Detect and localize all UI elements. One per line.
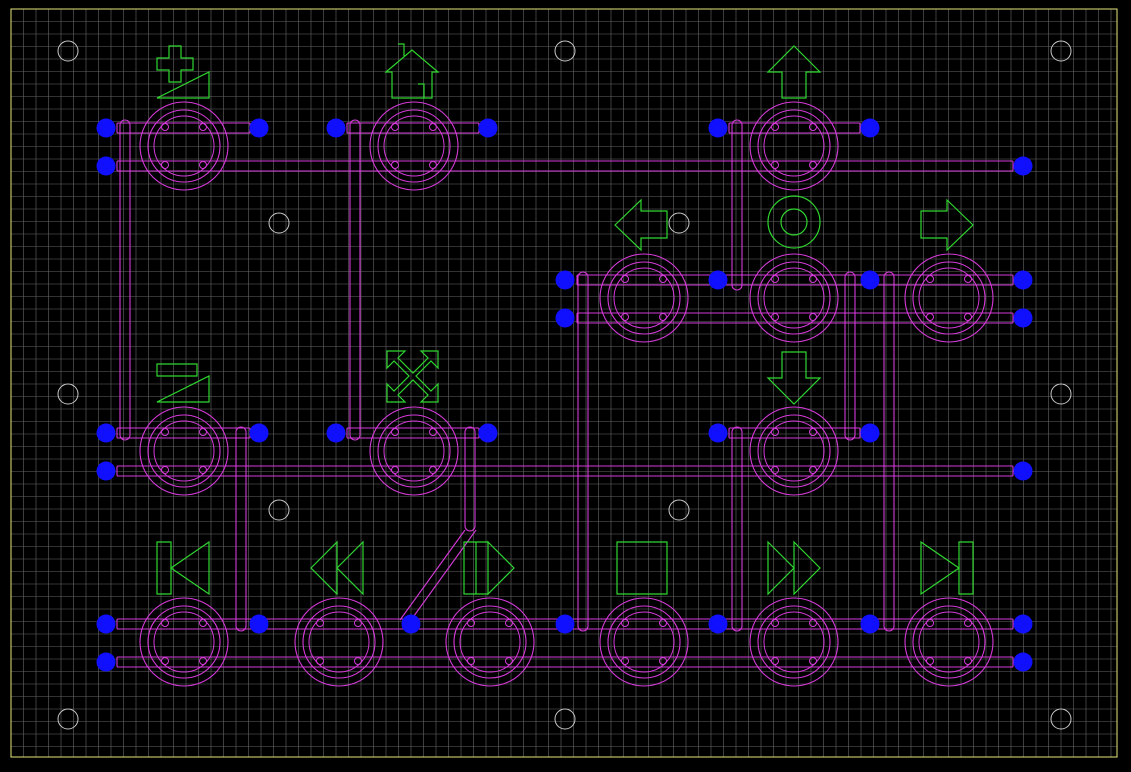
connector-pad: [555, 270, 575, 290]
connector-pad: [708, 614, 728, 634]
connector-pad: [1013, 308, 1033, 328]
connector-pad: [708, 423, 728, 443]
connector-pad: [1013, 652, 1033, 672]
connector-pad: [96, 118, 116, 138]
connector-pad: [96, 652, 116, 672]
connector-pad: [555, 308, 575, 328]
connector-pad: [1013, 461, 1033, 481]
connector-pad: [860, 270, 880, 290]
connector-pad: [326, 118, 346, 138]
connector-pad: [96, 423, 116, 443]
connector-pad: [478, 423, 498, 443]
connector-pad: [249, 118, 269, 138]
connector-pad: [249, 614, 269, 634]
connector-pad: [708, 270, 728, 290]
connector-pad: [249, 423, 269, 443]
connector-pad: [1013, 270, 1033, 290]
connector-pad: [555, 614, 575, 634]
connector-pad: [1013, 614, 1033, 634]
board-background: [0, 0, 1131, 772]
connector-pad: [708, 118, 728, 138]
connector-pad: [96, 156, 116, 176]
connector-pad: [1013, 156, 1033, 176]
connector-pad: [326, 423, 346, 443]
connector-pad: [478, 118, 498, 138]
connector-pad: [401, 614, 421, 634]
connector-pad: [96, 614, 116, 634]
connector-pad: [860, 614, 880, 634]
connector-pad: [860, 118, 880, 138]
connector-pad: [860, 423, 880, 443]
connector-pad: [96, 461, 116, 481]
pcb-layout-canvas: [0, 0, 1131, 772]
